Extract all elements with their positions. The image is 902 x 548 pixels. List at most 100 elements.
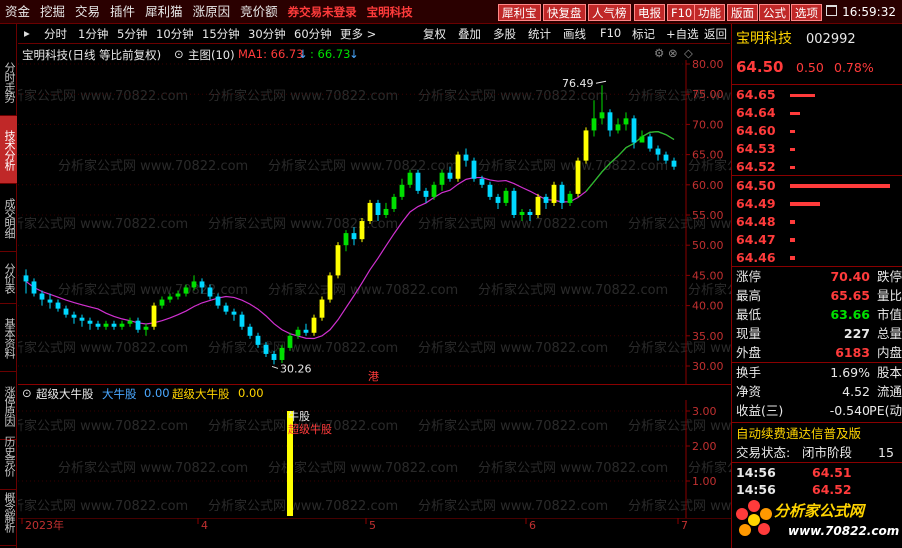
hot-list-button[interactable]: 人气榜 <box>588 4 631 21</box>
bid-price[interactable]: 64.46 <box>736 250 776 265</box>
logo-url: www.70822.com <box>788 524 900 538</box>
close-icon[interactable]: ⊗ <box>668 46 678 60</box>
add-watchlist-button[interactable]: +自选 <box>666 26 699 42</box>
bid-price[interactable]: 64.50 <box>736 178 776 193</box>
tab-concept[interactable]: 概念解析 <box>0 478 17 546</box>
y-tick-label: 35.00 <box>692 330 724 343</box>
watermark-text: 分析家公式网 www.70822.com <box>628 498 731 514</box>
last-price: 64.50 <box>736 58 784 76</box>
ask-price[interactable]: 64.53 <box>736 141 776 156</box>
period-60m[interactable]: 60分钟 <box>294 26 332 42</box>
main-chart-dropdown-icon[interactable]: ⊙ <box>174 47 184 61</box>
candle-body <box>407 172 413 185</box>
candle-body <box>423 190 429 197</box>
menu-item-plugin[interactable]: 插件 <box>105 0 140 24</box>
candle-body <box>551 184 557 203</box>
layout-button[interactable]: 版面 <box>727 4 758 21</box>
ticker-text[interactable]: 自动续费通达信普及版 <box>736 425 899 443</box>
tab-intraday[interactable]: 分时走势 <box>0 48 17 116</box>
stat2-row: 换手 1.69% 股本 <box>736 364 902 382</box>
x-month-label: 7 <box>681 519 688 532</box>
candle-body <box>47 299 53 303</box>
period-intraday[interactable]: 分时 <box>44 26 67 42</box>
tab-profile[interactable]: 基本资料 <box>0 304 17 372</box>
formula-button[interactable]: 公式 <box>759 4 790 21</box>
candle-body <box>519 211 525 215</box>
stat2-row: 收益(三) -0.540 PE(动 <box>736 402 902 420</box>
stat-value: -0.540 <box>829 403 870 418</box>
back-button[interactable]: 返回 <box>704 26 727 42</box>
indicator-y-tick: 3.00 <box>692 405 717 418</box>
x-month-label: 6 <box>529 519 536 532</box>
indicator-chart[interactable]: 分析家公式网 www.70822.com 分析家公式网 www.70822.com… <box>18 400 731 518</box>
options-button[interactable]: 选项 <box>791 4 822 21</box>
ask-price[interactable]: 64.65 <box>736 87 776 102</box>
bid-price[interactable]: 64.49 <box>736 196 776 211</box>
candle-body <box>191 281 197 288</box>
stat-label-right: 量比 <box>876 288 902 303</box>
f10-button[interactable]: F10 <box>600 26 621 40</box>
f10-top-button[interactable]: F10 <box>667 4 697 21</box>
menu-item-limit-reason[interactable]: 涨原因 <box>188 0 236 24</box>
multi-stock-button[interactable]: 多股 <box>493 26 516 42</box>
stock-notice[interactable]: 宝明科技 <box>362 0 418 24</box>
quote-panel: 宝明科技 002992 64.50 0.50 0.78% 64.65 64.64 6… <box>731 24 902 548</box>
bid-price[interactable]: 64.48 <box>736 214 776 229</box>
tab-deals[interactable]: 成交明细 <box>0 184 17 252</box>
min-arrow <box>271 365 279 369</box>
function-button[interactable]: 功能 <box>694 4 725 21</box>
candle-body <box>215 296 221 306</box>
stats-button[interactable]: 统计 <box>528 26 551 42</box>
menu-item-mine[interactable]: 挖掘 <box>35 0 70 24</box>
telegram-button[interactable]: 电报 <box>634 4 665 21</box>
candle-body <box>207 287 213 297</box>
ask-volume-bar <box>790 166 795 169</box>
mark-button[interactable]: 标记 <box>632 26 655 42</box>
candle-body <box>543 196 549 203</box>
bid-row: 64.46 <box>736 249 902 267</box>
candle-body <box>287 335 293 348</box>
expand-icon[interactable]: ◇ <box>684 46 693 60</box>
candle-body <box>79 317 85 321</box>
menu-item-auction[interactable]: 竞价额 <box>235 0 283 24</box>
watermark-text: 分析家公式网 www.70822.com <box>418 88 608 104</box>
candle-body <box>31 281 37 294</box>
ask-price[interactable]: 64.60 <box>736 123 776 138</box>
tab-technical[interactable]: 技术分析 <box>0 116 17 184</box>
settings-icon[interactable]: ⚙ <box>654 46 664 60</box>
menu-item-ximao[interactable]: 犀利猫 <box>140 0 188 24</box>
watermark-text: 分析家公式网 www.70822.com <box>688 282 731 298</box>
ask-price[interactable]: 64.52 <box>736 159 776 174</box>
period-more[interactable]: 更多 > <box>340 26 376 42</box>
candlestick-chart[interactable]: 分析家公式网 www.70822.com 分析家公式网 www.70822.com… <box>18 60 731 385</box>
quick-review-button[interactable]: 快复盘 <box>543 4 586 21</box>
candle-body <box>279 347 285 360</box>
watermark-text: 分析家公式网 www.70822.com <box>18 88 188 104</box>
adjust-button[interactable]: 复权 <box>423 26 446 42</box>
tab-price-table[interactable]: 分价表 <box>0 252 17 304</box>
stat-value: 227 <box>843 326 870 341</box>
period-1m[interactable]: 1分钟 <box>78 26 108 42</box>
ximao-bao-button[interactable]: 犀利宝 <box>498 4 541 21</box>
logo-flower-icon <box>736 500 772 536</box>
period-15m[interactable]: 15分钟 <box>202 26 240 42</box>
menu-item-trade[interactable]: 交易 <box>70 0 105 24</box>
y-tick-label: 70.00 <box>692 118 724 131</box>
draw-line-button[interactable]: 画线 <box>563 26 586 42</box>
bid-price[interactable]: 64.47 <box>736 232 776 247</box>
site-logo: 分析家公式网 www.70822.com <box>734 494 902 546</box>
indicator-dropdown-icon[interactable]: ⊙ <box>22 386 32 400</box>
window-minimize-icon[interactable] <box>826 5 837 16</box>
period-10m[interactable]: 10分钟 <box>156 26 194 42</box>
stat-row: 外盘 6183 内盘 <box>736 344 902 362</box>
y-tick-label: 30.00 <box>692 360 724 373</box>
overlay-button[interactable]: 叠加 <box>458 26 481 42</box>
period-5m[interactable]: 5分钟 <box>117 26 147 42</box>
candle-body <box>103 323 109 327</box>
candle-body <box>503 190 509 203</box>
menu-item-funds[interactable]: 资金 <box>0 0 35 24</box>
divider-ticker <box>732 422 902 423</box>
period-30m[interactable]: 30分钟 <box>248 26 286 42</box>
ask-price[interactable]: 64.64 <box>736 105 776 120</box>
login-notice[interactable]: 券交易未登录 <box>283 0 362 24</box>
